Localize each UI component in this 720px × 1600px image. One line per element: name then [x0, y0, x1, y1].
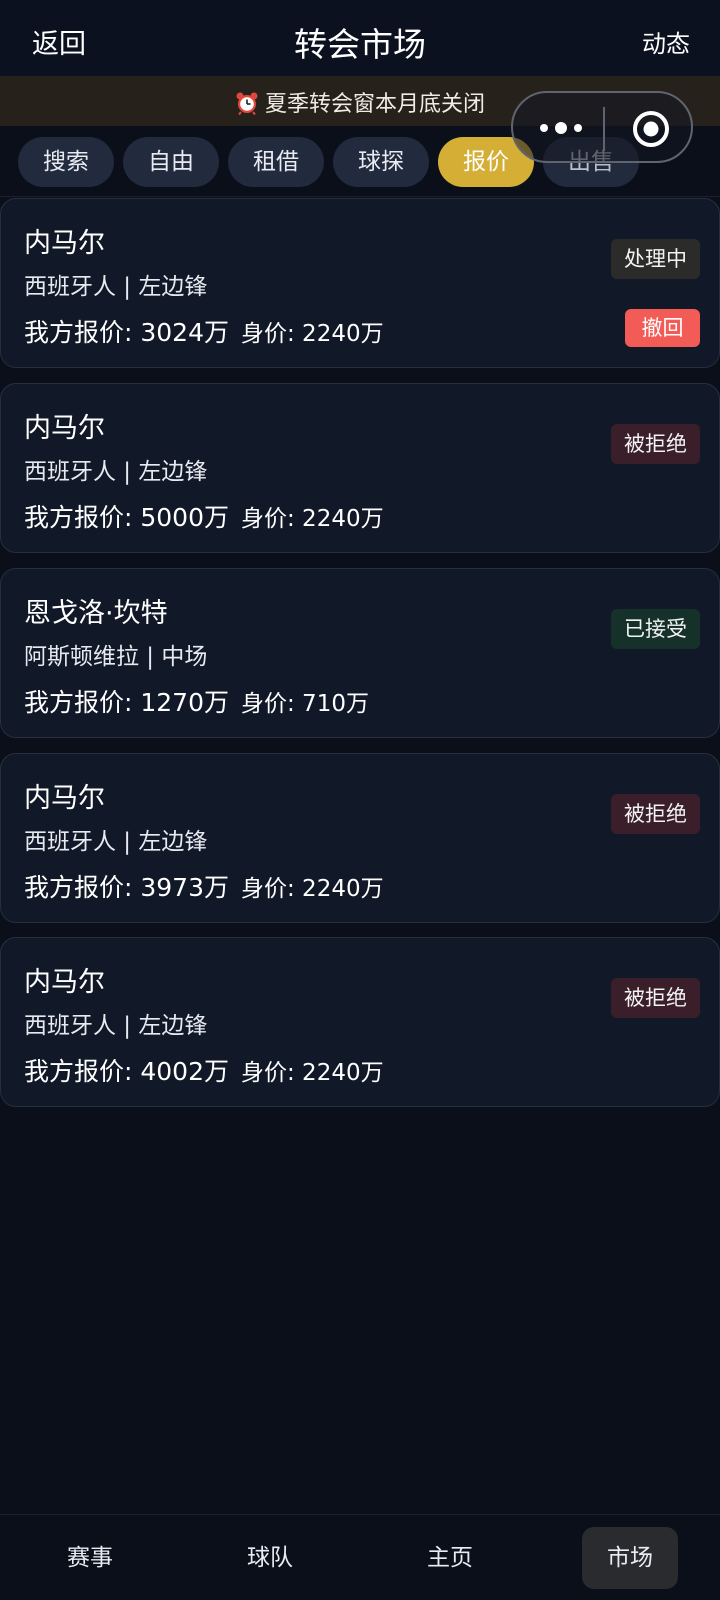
market-value: 身价: 2240万	[241, 876, 384, 902]
player-club-position: 西班牙人 | 左边锋	[24, 829, 208, 855]
alarm-clock-icon	[235, 91, 259, 116]
offer-amounts: 我方报价: 4002万 身价: 2240万	[24, 1052, 384, 1088]
status-badge: 被拒绝	[611, 978, 700, 1018]
market-value: 身价: 2240万	[241, 506, 384, 532]
offer-card[interactable]: 恩戈洛·坎特 阿斯顿维拉 | 中场 我方报价: 1270万 身价: 710万 已接…	[0, 568, 720, 738]
nav-market[interactable]: 市场	[582, 1527, 678, 1589]
our-offer: 我方报价: 4002万	[24, 1057, 229, 1086]
player-club-position: 西班牙人 | 左边锋	[24, 459, 208, 485]
tab-free-agents[interactable]: 自由	[123, 137, 219, 187]
market-value: 身价: 710万	[241, 691, 369, 717]
tab-scouting[interactable]: 球探	[333, 137, 429, 187]
player-name: 内马尔	[24, 967, 105, 998]
status-badge: 被拒绝	[611, 794, 700, 834]
notice-text: 夏季转会窗本月底关闭	[264, 92, 485, 117]
offer-amounts: 我方报价: 3024万 身价: 2240万	[24, 313, 384, 349]
player-club-position: 阿斯顿维拉 | 中场	[24, 644, 208, 670]
our-offer: 我方报价: 3024万	[24, 318, 229, 347]
withdraw-button[interactable]: 撤回	[625, 309, 700, 347]
offer-amounts: 我方报价: 5000万 身价: 2240万	[24, 498, 384, 534]
divider	[0, 196, 720, 197]
mini-program-capsule	[511, 91, 693, 163]
player-name: 内马尔	[24, 783, 105, 814]
status-badge: 已接受	[611, 609, 700, 649]
market-value: 身价: 2240万	[241, 321, 384, 347]
close-miniprogram-icon[interactable]	[631, 109, 671, 149]
status-badge: 被拒绝	[611, 424, 700, 464]
capsule-divider	[603, 107, 605, 151]
more-options-icon[interactable]	[537, 113, 585, 143]
top-bar: 返回 转会市场 动态	[0, 0, 720, 76]
player-club-position: 西班牙人 | 左边锋	[24, 274, 208, 300]
tab-loan[interactable]: 租借	[228, 137, 324, 187]
page-title: 转会市场	[294, 25, 426, 64]
nav-matches[interactable]: 赛事	[42, 1527, 138, 1589]
market-value: 身价: 2240万	[241, 1060, 384, 1086]
offer-card[interactable]: 内马尔 西班牙人 | 左边锋 我方报价: 4002万 身价: 2240万 被拒绝	[0, 937, 720, 1107]
our-offer: 我方报价: 3973万	[24, 873, 229, 902]
player-name: 内马尔	[24, 228, 105, 259]
offer-card[interactable]: 内马尔 西班牙人 | 左边锋 我方报价: 3024万 身价: 2240万 处理中 …	[0, 198, 720, 368]
nav-team[interactable]: 球队	[222, 1527, 318, 1589]
player-name: 内马尔	[24, 413, 105, 444]
feed-button[interactable]: 动态	[642, 24, 690, 59]
bottom-navigation: 赛事 球队 主页 市场	[0, 1514, 720, 1600]
offer-card[interactable]: 内马尔 西班牙人 | 左边锋 我方报价: 5000万 身价: 2240万 被拒绝	[0, 383, 720, 553]
tab-search[interactable]: 搜索	[18, 137, 114, 187]
player-club-position: 西班牙人 | 左边锋	[24, 1013, 208, 1039]
our-offer: 我方报价: 5000万	[24, 503, 229, 532]
offer-card[interactable]: 内马尔 西班牙人 | 左边锋 我方报价: 3973万 身价: 2240万 被拒绝	[0, 753, 720, 923]
offer-amounts: 我方报价: 3973万 身价: 2240万	[24, 868, 384, 904]
offer-amounts: 我方报价: 1270万 身价: 710万	[24, 683, 369, 719]
player-name: 恩戈洛·坎特	[24, 598, 168, 629]
nav-home[interactable]: 主页	[402, 1527, 498, 1589]
our-offer: 我方报价: 1270万	[24, 688, 229, 717]
status-badge: 处理中	[611, 239, 700, 279]
